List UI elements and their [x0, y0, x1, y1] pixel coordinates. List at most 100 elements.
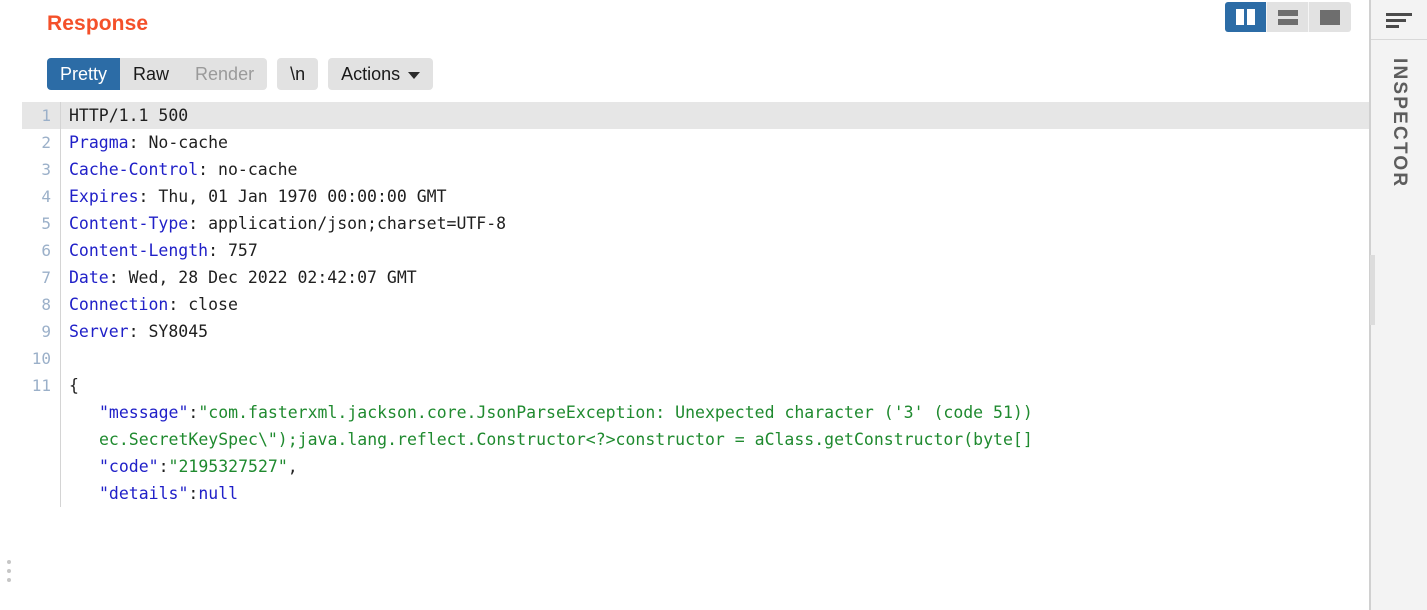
inspector-rail[interactable]: INSPECTOR: [1370, 0, 1427, 610]
line-number: 6: [41, 241, 51, 260]
line-number: 1: [41, 106, 51, 125]
header-line: Content-Length: 757: [61, 237, 1369, 264]
header-value: Wed, 28 Dec 2022 02:42:07 GMT: [128, 268, 417, 287]
header-line: Cache-Control: no-cache: [61, 156, 1369, 183]
json-open-brace: {: [61, 372, 1369, 399]
line-number: 9: [41, 322, 51, 341]
editor-line: 10: [22, 345, 1369, 372]
tab-raw[interactable]: Raw: [120, 58, 182, 90]
json-value-continued: ec.SecretKeySpec\");java.lang.reflect.Co…: [99, 430, 1033, 449]
header-colon: :: [138, 187, 159, 206]
response-editor[interactable]: 1 HTTP/1.1 500 2 Pragma: No-cache 3 Cach…: [22, 102, 1369, 610]
json-value: "com.fasterxml.jackson.core.JsonParseExc…: [198, 403, 1033, 422]
view-mode-tabs[interactable]: Pretty Raw Render: [47, 58, 268, 90]
layout-toggle-horizontal-split[interactable]: [1267, 2, 1309, 32]
json-details-line: "details":null: [61, 480, 1369, 507]
header-name: Connection: [69, 295, 169, 314]
brace-glyph: {: [69, 376, 79, 395]
header-name: Server: [69, 322, 129, 341]
header-colon: :: [128, 322, 149, 341]
line-number: 7: [41, 268, 51, 287]
line-number: 8: [41, 295, 51, 314]
line-number: 3: [41, 160, 51, 179]
json-colon: :: [158, 457, 169, 476]
editor-line: 3 Cache-Control: no-cache: [22, 156, 1369, 183]
line-number: 2: [41, 133, 51, 152]
drag-handle-dots[interactable]: [7, 560, 11, 582]
editor-line: 8 Connection: close: [22, 291, 1369, 318]
layout-toggle-single-pane[interactable]: [1309, 2, 1351, 32]
inspector-label[interactable]: INSPECTOR: [1388, 58, 1410, 188]
line-number: 4: [41, 187, 51, 206]
chevron-down-icon: [408, 71, 421, 79]
editor-line: "details":null: [22, 480, 1369, 507]
editor-line: 1 HTTP/1.1 500: [22, 102, 1369, 129]
header-name: Content-Type: [69, 214, 189, 233]
response-panel: Response Pretty Raw Render \n Actions 1 …: [22, 0, 1370, 610]
editor-line: 2 Pragma: No-cache: [22, 129, 1369, 156]
rows-icon: [1277, 9, 1298, 25]
panel-header: Response: [22, 0, 1369, 58]
drag-dot: [7, 560, 11, 564]
line-number: 10: [31, 349, 51, 368]
json-key: "details": [99, 484, 189, 503]
header-name: Date: [69, 268, 109, 287]
actions-button[interactable]: Actions: [328, 58, 434, 90]
editor-line: 5 Content-Type: application/json;charset…: [22, 210, 1369, 237]
status-line: HTTP/1.1 500: [69, 106, 189, 125]
json-colon: :: [188, 403, 199, 422]
header-value: No-cache: [148, 133, 228, 152]
json-colon: :: [188, 484, 199, 503]
header-value: no-cache: [218, 160, 298, 179]
header-name: Cache-Control: [69, 160, 199, 179]
panel-drag-rail[interactable]: [0, 0, 22, 610]
editor-line: 11 {: [22, 372, 1369, 399]
response-viewer: Response Pretty Raw Render \n Actions 1 …: [0, 0, 1427, 610]
newline-toggle-button[interactable]: \n: [277, 58, 319, 90]
header-colon: :: [128, 133, 149, 152]
editor-line: ec.SecretKeySpec\");java.lang.reflect.Co…: [22, 426, 1369, 453]
header-value: close: [188, 295, 238, 314]
editor-line: 9 Server: SY8045: [22, 318, 1369, 345]
header-line: Server: SY8045: [61, 318, 1369, 345]
header-colon: :: [168, 295, 189, 314]
square-icon: [1320, 9, 1340, 25]
drag-dot: [7, 569, 11, 573]
json-comma: ,: [287, 457, 298, 476]
header-value: Thu, 01 Jan 1970 00:00:00 GMT: [158, 187, 447, 206]
editor-lines: 1 HTTP/1.1 500 2 Pragma: No-cache 3 Cach…: [22, 102, 1369, 507]
page-title: Response: [47, 12, 149, 35]
tab-pretty[interactable]: Pretty: [47, 58, 121, 90]
json-message-line: "message":"com.fasterxml.jackson.core.Js…: [61, 399, 1369, 426]
header-colon: :: [188, 214, 209, 233]
json-code-line: "code":"2195327527",: [61, 453, 1369, 480]
header-name: Expires: [69, 187, 139, 206]
gutter-rule: [60, 345, 61, 372]
json-key: "message": [99, 403, 189, 422]
editor-line: 7 Date: Wed, 28 Dec 2022 02:42:07 GMT: [22, 264, 1369, 291]
header-name: Pragma: [69, 133, 129, 152]
layout-toggle-vertical-split[interactable]: [1225, 2, 1267, 32]
editor-line: 6 Content-Length: 757: [22, 237, 1369, 264]
header-colon: :: [208, 241, 228, 260]
drag-dot: [7, 578, 11, 582]
header-line: Date: Wed, 28 Dec 2022 02:42:07 GMT: [61, 264, 1369, 291]
view-toolbar: Pretty Raw Render \n Actions: [22, 58, 1369, 102]
actions-label: Actions: [341, 64, 401, 84]
tab-render[interactable]: Render: [182, 58, 267, 90]
json-key: "code": [99, 457, 159, 476]
header-name: Content-Length: [69, 241, 209, 260]
line-number: 5: [41, 214, 51, 233]
layout-toggle-group[interactable]: [1225, 2, 1351, 32]
inspector-divider: [1371, 39, 1427, 40]
columns-icon: [1236, 9, 1255, 25]
text-align-icon[interactable]: [1386, 9, 1412, 31]
header-value: SY8045: [148, 322, 209, 341]
newline-label: \n: [290, 64, 306, 84]
header-line: Connection: close: [61, 291, 1369, 318]
editor-line: "code":"2195327527",: [22, 453, 1369, 480]
header-value: 757: [227, 241, 258, 260]
inspector-resize-handle[interactable]: [1370, 255, 1375, 325]
line-number: 11: [31, 376, 51, 395]
header-colon: :: [198, 160, 219, 179]
